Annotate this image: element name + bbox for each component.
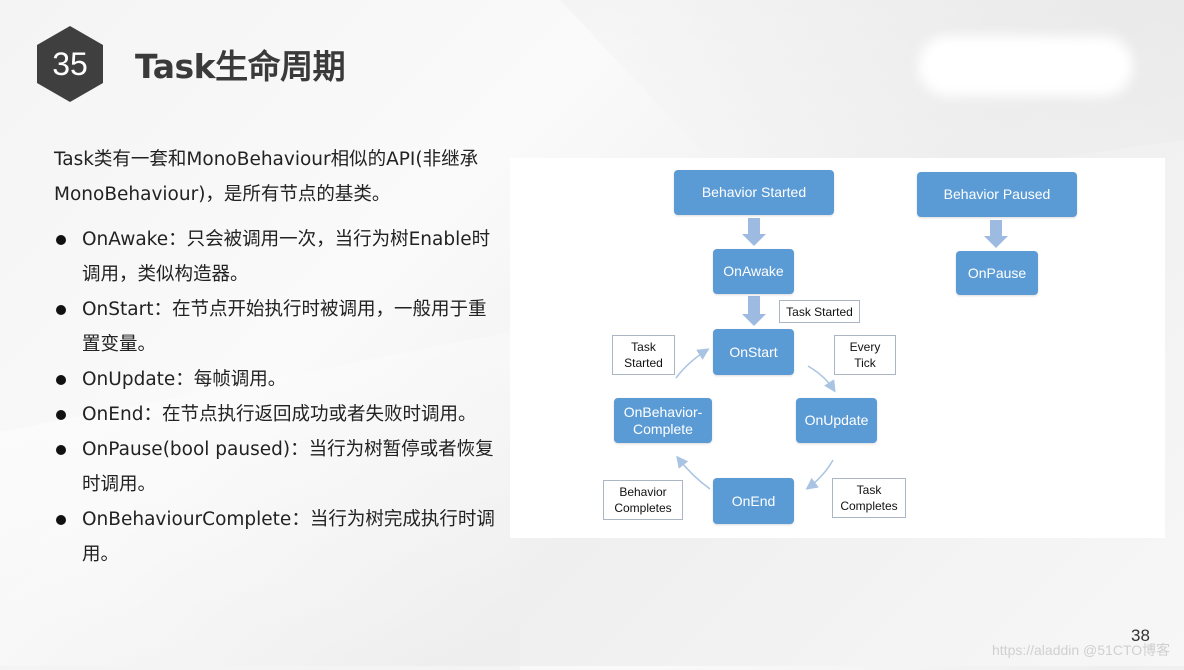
text-content: Task类有一套和MonoBehaviour相似的API(非继承MonoBeha… bbox=[54, 142, 504, 572]
note-line: Behavior bbox=[619, 485, 667, 499]
curve-arrow-start-to-update bbox=[807, 365, 836, 393]
node-behavior-started: Behavior Started bbox=[674, 170, 834, 215]
note-task-started-left: Task Started bbox=[612, 335, 675, 375]
bullet-item: OnEnd：在节点执行返回成功或者失败时调用。 bbox=[54, 397, 504, 432]
note-behavior-completes: Behavior Completes bbox=[603, 480, 683, 520]
node-on-pause: OnPause bbox=[956, 251, 1038, 295]
node-behavior-paused: Behavior Paused bbox=[917, 172, 1077, 217]
section-number: 35 bbox=[52, 45, 88, 82]
bullet-text: OnEnd：在节点执行返回成功或者失败时调用。 bbox=[82, 404, 477, 425]
bullet-icon bbox=[56, 235, 66, 245]
note-line: Tick bbox=[854, 356, 876, 370]
curve-arrow-update-to-end bbox=[805, 459, 834, 490]
bullet-icon bbox=[56, 445, 66, 455]
bullet-item: OnStart：在节点开始执行时被调用，一般用于重置变量。 bbox=[54, 292, 504, 362]
note-line: Task bbox=[856, 483, 882, 497]
watermark: https://aladdin @51CTO博客 bbox=[992, 642, 1171, 658]
node-on-update: OnUpdate bbox=[796, 398, 877, 443]
note-line: Completes bbox=[840, 499, 898, 513]
slide-title: Task生命周期 bbox=[135, 47, 346, 86]
lifecycle-diagram: Behavior Started OnAwake OnStart OnUpdat… bbox=[510, 158, 1165, 538]
note-line: Every bbox=[849, 340, 881, 354]
bullet-item: OnBehaviourComplete：当行为树完成执行时调用。 bbox=[54, 502, 504, 572]
note-line: Started bbox=[624, 356, 663, 370]
bullet-text: OnStart：在节点开始执行时被调用，一般用于重置变量。 bbox=[82, 299, 487, 355]
bullet-item: OnAwake：只会被调用一次，当行为树Enable时调用，类似构造器。 bbox=[54, 222, 504, 292]
bullet-item: OnPause(bool paused)：当行为树暂停或者恢复时调用。 bbox=[54, 432, 504, 502]
note-line: Completes bbox=[614, 501, 672, 515]
bullet-icon bbox=[56, 515, 66, 525]
down-arrow-icon bbox=[742, 296, 766, 326]
curve-arrow-complete-to-start bbox=[675, 348, 710, 379]
node-on-awake: OnAwake bbox=[713, 249, 794, 294]
bullet-text: OnUpdate：每帧调用。 bbox=[82, 369, 287, 390]
down-arrow-icon bbox=[984, 220, 1008, 248]
note-task-completes: Task Completes bbox=[832, 478, 906, 518]
bullet-icon bbox=[56, 375, 66, 385]
node-on-behavior-complete: OnBehavior- Complete bbox=[614, 398, 712, 443]
bullet-list: OnAwake：只会被调用一次，当行为树Enable时调用，类似构造器。 OnS… bbox=[54, 222, 504, 572]
blurred-logo bbox=[918, 36, 1133, 96]
note-every-tick: Every Tick bbox=[834, 335, 896, 375]
node-label-line: OnBehavior- bbox=[623, 403, 703, 420]
bullet-icon bbox=[56, 305, 66, 315]
intro-paragraph: Task类有一套和MonoBehaviour相似的API(非继承MonoBeha… bbox=[54, 149, 479, 205]
down-arrow-icon bbox=[742, 218, 766, 246]
node-label-line: Complete bbox=[633, 420, 693, 437]
note-task-started-top: Task Started bbox=[779, 300, 860, 323]
bullet-item: OnUpdate：每帧调用。 bbox=[54, 362, 504, 397]
bullet-text: OnPause(bool paused)：当行为树暂停或者恢复时调用。 bbox=[82, 439, 494, 495]
node-on-end: OnEnd bbox=[713, 478, 794, 524]
bullet-icon bbox=[56, 410, 66, 420]
node-on-start: OnStart bbox=[713, 329, 794, 375]
bullet-text: OnAwake：只会被调用一次，当行为树Enable时调用，类似构造器。 bbox=[82, 229, 491, 285]
bullet-text: OnBehaviourComplete：当行为树完成执行时调用。 bbox=[82, 509, 495, 565]
note-line: Task bbox=[631, 340, 656, 354]
